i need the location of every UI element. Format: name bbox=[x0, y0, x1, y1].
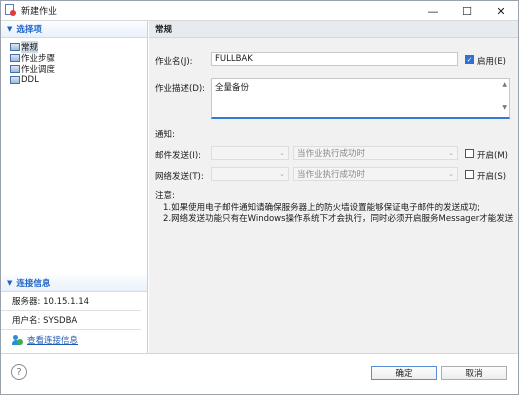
chevron-down-icon: ⌄ bbox=[279, 170, 285, 178]
job-desc-text: 全量备份 bbox=[215, 83, 250, 93]
net-enable-checkbox[interactable] bbox=[465, 170, 474, 179]
view-connection-link[interactable]: 查看连接信息 bbox=[1, 330, 147, 349]
main-panel: 常规 作业名(J): FULLBAK ✓ 启用(E) 作业描述(D): 全量备份… bbox=[149, 21, 518, 353]
options-tree: 常规 作业步骤 作业调度 DDL bbox=[1, 38, 147, 85]
server-info: 服务器: 10.15.1.14 bbox=[1, 292, 141, 311]
sidebar-item-label: DDL bbox=[21, 74, 39, 85]
minimize-button[interactable]: — bbox=[416, 1, 450, 21]
notify-label: 通知: bbox=[155, 130, 175, 140]
dialog-footer: ? 确定 取消 bbox=[1, 353, 518, 394]
net-operator-select[interactable]: ⌄ bbox=[211, 167, 289, 181]
options-section-title: 选择项 bbox=[16, 25, 42, 35]
mail-condition-text: 当作业执行成功时 bbox=[297, 149, 366, 159]
job-name-input[interactable]: FULLBAK bbox=[211, 52, 458, 66]
table-icon bbox=[10, 75, 20, 84]
enable-label: 启用(E) bbox=[477, 57, 507, 67]
connection-section-title: 连接信息 bbox=[16, 279, 51, 289]
mail-enable-label: 开启(M) bbox=[477, 151, 508, 161]
sidebar-item-job-steps[interactable]: 作业步骤 bbox=[1, 52, 147, 64]
note-title: 注意: bbox=[155, 191, 175, 201]
mail-condition-select[interactable]: 当作业执行成功时 ⌄ bbox=[293, 146, 458, 160]
textarea-scrollbar[interactable]: ▲ ▼ bbox=[502, 81, 507, 111]
user-connection-icon bbox=[12, 334, 23, 345]
collapse-triangle-icon: ▼ bbox=[7, 25, 13, 33]
job-name-label: 作业名(J): bbox=[155, 57, 193, 67]
collapse-triangle-icon: ▼ bbox=[7, 279, 13, 287]
table-icon bbox=[10, 64, 20, 73]
net-condition-text: 当作业执行成功时 bbox=[297, 170, 366, 180]
user-info: 用户名: SYSDBA bbox=[1, 311, 141, 330]
sidebar-item-ddl[interactable]: DDL bbox=[1, 74, 147, 85]
chevron-down-icon: ⌄ bbox=[448, 149, 454, 157]
chevron-down-icon: ⌄ bbox=[448, 170, 454, 178]
mail-operator-select[interactable]: ⌄ bbox=[211, 146, 289, 160]
chevron-down-icon: ⌄ bbox=[279, 149, 285, 157]
new-job-dialog: 新建作业 — ☐ ✕ ▼ 选择项 常规 作业步骤 作业调度 DDL ▼ 连接信息… bbox=[0, 0, 519, 395]
sidebar-item-general[interactable]: 常规 bbox=[1, 40, 147, 53]
connection-info-section: ▼ 连接信息 服务器: 10.15.1.14 用户名: SYSDBA 查看连接信… bbox=[1, 275, 147, 349]
connection-section-header[interactable]: ▼ 连接信息 bbox=[1, 275, 147, 292]
table-icon bbox=[10, 53, 20, 62]
cancel-button[interactable]: 取消 bbox=[441, 366, 507, 380]
options-section-header[interactable]: ▼ 选择项 bbox=[1, 21, 147, 38]
sidebar: ▼ 选择项 常规 作业步骤 作业调度 DDL ▼ 连接信息 服务器: 10.15… bbox=[1, 21, 148, 353]
scroll-up-icon: ▲ bbox=[502, 81, 507, 88]
mail-enable-checkbox[interactable] bbox=[465, 149, 474, 158]
mail-send-label: 邮件发送(I): bbox=[155, 151, 202, 161]
ok-button[interactable]: 确定 bbox=[371, 366, 437, 380]
enable-checkbox[interactable]: ✓ bbox=[465, 55, 474, 64]
panel-header: 常规 bbox=[149, 21, 518, 38]
close-button[interactable]: ✕ bbox=[484, 1, 518, 21]
sidebar-item-job-schedule[interactable]: 作业调度 bbox=[1, 63, 147, 75]
note-line-2: 2.网络发送功能只有在Windows操作系统下才会执行，同时必须开启服务Mess… bbox=[163, 214, 514, 224]
scroll-down-icon: ▼ bbox=[502, 104, 507, 111]
app-icon bbox=[4, 4, 17, 17]
help-icon[interactable]: ? bbox=[11, 364, 27, 380]
title-bar: 新建作业 — ☐ ✕ bbox=[1, 1, 518, 21]
maximize-button[interactable]: ☐ bbox=[450, 1, 484, 21]
sidebar-item-label: 作业调度 bbox=[21, 64, 56, 75]
net-condition-select[interactable]: 当作业执行成功时 ⌄ bbox=[293, 167, 458, 181]
table-icon bbox=[10, 42, 20, 51]
view-connection-label: 查看连接信息 bbox=[27, 335, 79, 346]
net-enable-label: 开启(S) bbox=[477, 172, 507, 182]
job-desc-label: 作业描述(D): bbox=[155, 84, 206, 94]
job-desc-textarea[interactable]: 全量备份 ▲ ▼ bbox=[211, 78, 510, 119]
window-title: 新建作业 bbox=[21, 7, 58, 17]
net-send-label: 网络发送(T): bbox=[155, 172, 204, 182]
